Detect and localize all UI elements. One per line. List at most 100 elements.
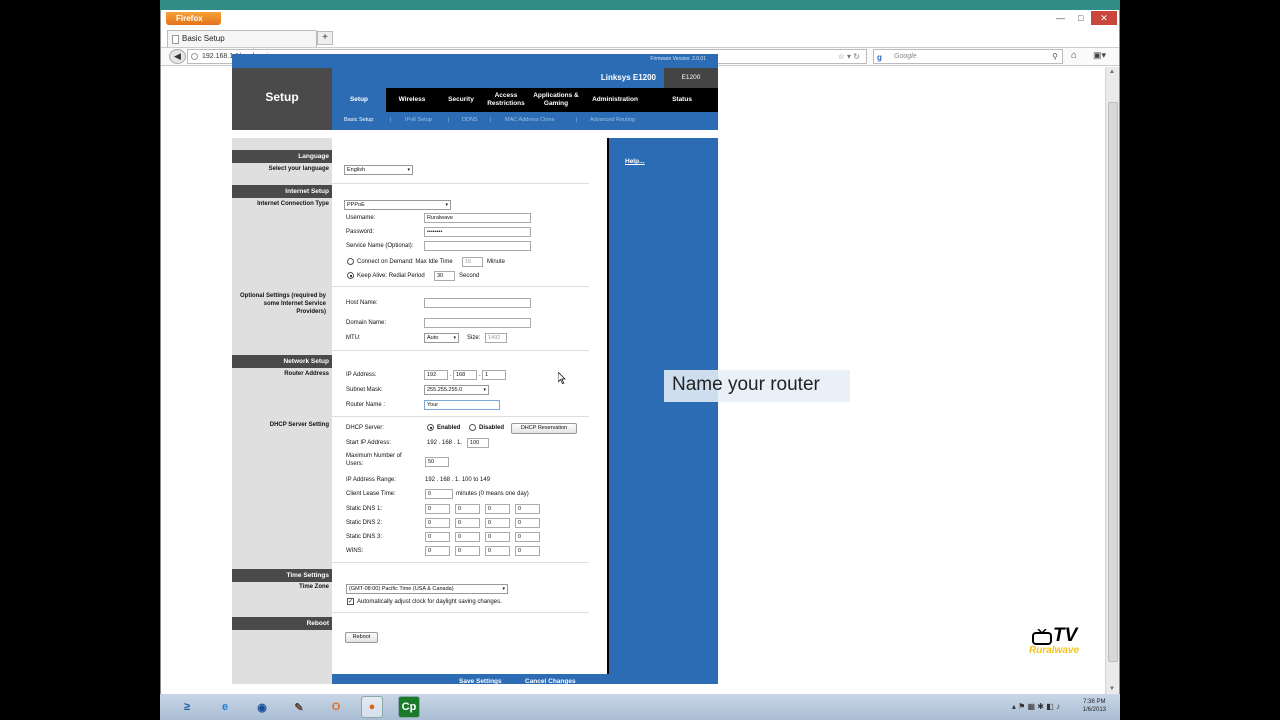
dns1-octet-2[interactable]: 0	[455, 504, 480, 514]
mtu-select[interactable]: Auto ▾	[424, 333, 459, 343]
tab-strip: Basic Setup +	[161, 28, 1119, 48]
subtab-advanced-routing[interactable]: Advanced Routing	[590, 117, 635, 123]
close-icon[interactable]: ✕	[1091, 11, 1117, 25]
wins-octet-3[interactable]: 0	[485, 546, 510, 556]
cancel-changes-button[interactable]: Cancel Changes	[525, 678, 576, 685]
dhcp-enabled-radio[interactable]	[427, 424, 434, 431]
taskbar: ≥ e ◉ ✎ O ● Cp ▴ ⚑ ▦ ✱ ◧ ♪ 7:36 PM 1/6/2…	[160, 694, 1120, 720]
daylight-saving-label: Automatically adjust clock for daylight …	[357, 599, 502, 605]
dhcp-server-label: DHCP Server:	[346, 425, 384, 431]
ip-octet-1[interactable]: 192	[424, 370, 448, 380]
dns1-octet-4[interactable]: 0	[515, 504, 540, 514]
dns2-octet-4[interactable]: 0	[515, 518, 540, 528]
language-select[interactable]: English ▾	[344, 165, 413, 175]
tab-applications-gaming[interactable]: Applications & Gaming	[528, 88, 584, 112]
connection-type-select[interactable]: PPPoE ▾	[344, 200, 451, 210]
keep-alive-radio[interactable]	[347, 272, 354, 279]
dns1-octet-1[interactable]: 0	[425, 504, 450, 514]
minimize-icon[interactable]: —	[1056, 13, 1065, 23]
divider	[332, 562, 589, 563]
help-link[interactable]: Help...	[625, 158, 645, 165]
outlook-icon[interactable]: O	[325, 696, 347, 718]
dns3-octet-3[interactable]: 0	[485, 532, 510, 542]
max-users-field[interactable]: 50	[425, 457, 449, 467]
client-lease-field[interactable]: 0	[425, 489, 453, 499]
wins-octet-1[interactable]: 0	[425, 546, 450, 556]
chevron-down-icon: ▾	[407, 167, 410, 173]
scroll-thumb[interactable]	[1108, 102, 1118, 662]
dns2-octet-3[interactable]: 0	[485, 518, 510, 528]
service-name-field[interactable]	[424, 241, 531, 251]
powershell-icon[interactable]: ≥	[176, 696, 198, 718]
firefox-taskbar-icon[interactable]: ●	[361, 696, 383, 718]
tab-access-restrictions[interactable]: Access Restrictions	[484, 88, 528, 112]
daylight-saving-checkbox[interactable]: ✓	[347, 598, 354, 605]
reboot-button[interactable]: Reboot	[345, 632, 378, 643]
connect-on-demand-radio[interactable]	[347, 258, 354, 265]
subtab-basic-setup[interactable]: Basic Setup	[344, 117, 373, 123]
browser-globe-icon[interactable]: ◉	[251, 696, 273, 718]
scroll-down-icon[interactable]: ▼	[1109, 686, 1115, 692]
subtab-separator: |	[448, 117, 450, 123]
idle-time-field[interactable]: 15	[462, 257, 483, 267]
tab-security[interactable]: Security	[438, 88, 484, 112]
dns3-octet-1[interactable]: 0	[425, 532, 450, 542]
redial-period-field[interactable]: 30	[434, 271, 455, 281]
optional-settings-label: Optional Settings (required by some Inte…	[239, 293, 326, 315]
host-name-field[interactable]	[424, 298, 531, 308]
ruralwave-tv-logo: TV Ruralwave	[1028, 625, 1098, 661]
model-name: Linksys E1200	[332, 68, 664, 88]
subtab-ipv6-setup[interactable]: IPv6 Setup	[405, 117, 432, 123]
ip-octet-2[interactable]: 168	[453, 370, 477, 380]
system-tray-icons[interactable]: ▴ ⚑ ▦ ✱ ◧ ♪	[1012, 702, 1060, 711]
start-ip-field[interactable]: 100	[467, 438, 489, 448]
dhcp-reservation-button[interactable]: DHCP Reservation	[511, 423, 577, 434]
captivate-icon[interactable]: Cp	[398, 696, 420, 718]
tool-icon[interactable]: ✎	[288, 696, 310, 718]
password-field[interactable]: ••••••••	[424, 227, 531, 237]
bookmarks-menu-icon[interactable]: ▣▾	[1093, 50, 1106, 61]
keep-alive-label: Keep Alive: Redial Period	[357, 273, 425, 279]
google-icon: g	[877, 53, 882, 62]
bookmark-star-icon[interactable]: ☆ ▾ ↻	[838, 50, 860, 63]
clock[interactable]: 7:36 PM 1/6/2013	[1083, 698, 1106, 714]
section-language: Language	[232, 150, 332, 163]
home-icon[interactable]: ⌂	[1071, 50, 1077, 61]
dns3-octet-4[interactable]: 0	[515, 532, 540, 542]
scroll-up-icon[interactable]: ▲	[1109, 69, 1115, 75]
back-button[interactable]: ◀	[169, 49, 186, 64]
subnet-mask-select[interactable]: 255.255.255.0 ▾	[424, 385, 489, 395]
dns2-octet-1[interactable]: 0	[425, 518, 450, 528]
ip-octet-3[interactable]: 1	[482, 370, 506, 380]
new-tab-button[interactable]: +	[317, 31, 333, 45]
save-settings-button[interactable]: Save Settings	[459, 678, 502, 685]
ip-range-label: IP Address Range:	[346, 477, 396, 483]
internet-explorer-icon[interactable]: e	[214, 696, 236, 718]
mtu-size-field[interactable]: 1492	[485, 333, 507, 343]
firefox-menu-button[interactable]: Firefox	[166, 12, 221, 25]
tab-basic-setup[interactable]: Basic Setup	[167, 30, 317, 47]
subtab-mac-clone[interactable]: MAC Address Clone	[505, 117, 555, 123]
tab-setup[interactable]: Setup	[332, 88, 386, 112]
start-ip-label: Start IP Address:	[346, 440, 391, 446]
subtab-separator: |	[490, 117, 492, 123]
subtab-ddns[interactable]: DDNS	[462, 117, 478, 123]
search-icon[interactable]: ⚲	[1052, 50, 1058, 63]
dns2-octet-2[interactable]: 0	[455, 518, 480, 528]
dns3-octet-2[interactable]: 0	[455, 532, 480, 542]
wins-octet-2[interactable]: 0	[455, 546, 480, 556]
maximize-icon[interactable]: □	[1078, 13, 1083, 23]
tab-status[interactable]: Status	[646, 88, 718, 112]
dhcp-disabled-radio[interactable]	[469, 424, 476, 431]
tab-administration[interactable]: Administration	[584, 88, 646, 112]
mouse-cursor-icon	[558, 372, 566, 384]
search-input[interactable]: g Google ⚲	[873, 49, 1063, 64]
vertical-scrollbar[interactable]: ▲ ▼	[1105, 67, 1119, 694]
wins-octet-4[interactable]: 0	[515, 546, 540, 556]
domain-name-field[interactable]	[424, 318, 531, 328]
username-field[interactable]: Ruralwave	[424, 213, 531, 223]
time-zone-select[interactable]: (GMT-08:00) Pacific Time (USA & Canada) ▾	[346, 584, 508, 594]
router-name-field[interactable]: Your	[424, 400, 500, 410]
tab-wireless[interactable]: Wireless	[386, 88, 438, 112]
dns1-octet-3[interactable]: 0	[485, 504, 510, 514]
